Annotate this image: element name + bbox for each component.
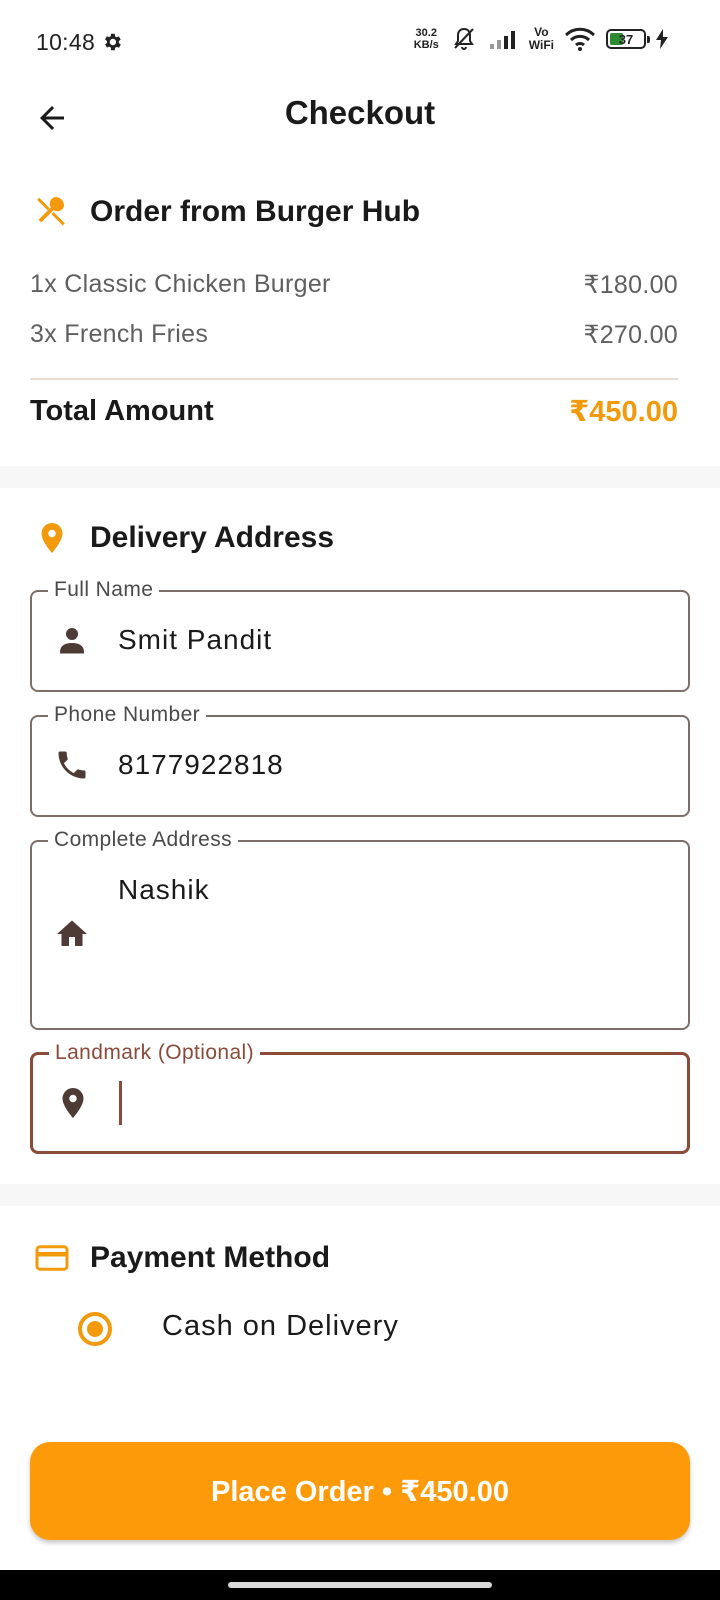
phone-icon — [58, 751, 86, 779]
complete-address-value: Nashik — [118, 874, 210, 905]
system-nav-bar — [0, 1570, 720, 1600]
landmark-field[interactable]: Landmark (Optional) — [30, 1040, 690, 1154]
landmark-label: Landmark (Optional) — [49, 1040, 261, 1066]
delivery-title: Delivery Address — [90, 521, 335, 554]
order-summary-section: Order from Burger Hub 1x Classic Chicken… — [0, 168, 720, 466]
phone-number-label: Phone Number — [48, 702, 207, 728]
network-speed-value: 30.2 — [415, 27, 437, 39]
battery-level: 37 — [618, 31, 634, 47]
order-title: Order from Burger Hub — [90, 195, 421, 228]
person-icon — [60, 628, 84, 654]
network-speed: 30.2 KB/s — [414, 27, 439, 51]
order-item-name: 3x French Fries — [30, 320, 209, 348]
order-header: Order from Burger Hub — [34, 194, 420, 230]
status-time: 10:48 — [36, 28, 96, 55]
delivery-section: Delivery Address Full Name Smit Pandit P… — [0, 488, 720, 1184]
full-name-label: Full Name — [48, 577, 160, 603]
cash-on-delivery-label[interactable]: Cash on Delivery — [162, 1310, 399, 1343]
network-speed-unit: KB/s — [413, 39, 439, 51]
section-divider — [0, 1184, 720, 1206]
signal-bars-icon — [489, 31, 515, 49]
app-bar: Checkout — [0, 84, 720, 148]
payment-title: Payment Method — [90, 1241, 331, 1274]
location-pin-icon — [62, 1088, 84, 1118]
credit-card-icon — [35, 1245, 69, 1271]
fork-knife-icon — [37, 197, 65, 226]
delivery-header: Delivery Address — [34, 518, 334, 558]
full-name-field[interactable]: Full Name Smit Pandit — [30, 577, 690, 692]
payment-header: Payment Method — [34, 1240, 330, 1276]
radio-selected-dot — [87, 1321, 103, 1337]
section-divider — [0, 466, 720, 488]
muted-bell-icon — [453, 27, 474, 50]
order-item-name: 1x Classic Chicken Burger — [30, 270, 331, 298]
home-gesture-handle[interactable] — [228, 1582, 492, 1588]
full-name-value: Smit Pandit — [118, 624, 273, 655]
phone-number-value: 8177922818 — [118, 749, 284, 780]
vowifi-bottom: WiFi — [528, 38, 554, 52]
vowifi-indicator: Vo WiFi — [529, 26, 554, 52]
order-item: 1x Classic Chicken Burger ₹180.00 — [30, 270, 678, 300]
payment-section: Payment Method Cash on Delivery — [0, 1206, 720, 1420]
order-item-price: ₹180.00 — [583, 271, 678, 299]
wifi-icon — [564, 27, 596, 51]
complete-address-label: Complete Address — [48, 827, 238, 853]
place-order-button[interactable]: Place Order • ₹450.00 — [30, 1442, 690, 1540]
text-caret — [119, 1081, 122, 1125]
order-item: 3x French Fries ₹270.00 — [30, 320, 678, 350]
phone-number-field[interactable]: Phone Number 8177922818 — [30, 702, 690, 817]
total-row: Total Amount ₹450.00 — [30, 394, 678, 429]
complete-address-field[interactable]: Complete Address Nashik — [30, 827, 690, 1030]
order-item-price: ₹270.00 — [583, 321, 678, 349]
page-title: Checkout — [284, 94, 436, 131]
home-icon — [57, 920, 87, 946]
cash-on-delivery-radio[interactable] — [78, 1312, 112, 1346]
status-bar: 10:48 30.2 KB/s Vo WiFi 37 — [0, 0, 720, 84]
charging-bolt-icon — [656, 29, 668, 49]
location-pin-icon — [41, 523, 63, 553]
total-value: ₹450.00 — [569, 396, 678, 428]
status-icons: 30.2 KB/s Vo WiFi 37 — [414, 26, 668, 52]
settings-gear-icon — [105, 33, 121, 51]
order-divider — [30, 378, 678, 380]
battery-indicator: 37 — [606, 29, 650, 49]
total-label: Total Amount — [30, 395, 214, 427]
